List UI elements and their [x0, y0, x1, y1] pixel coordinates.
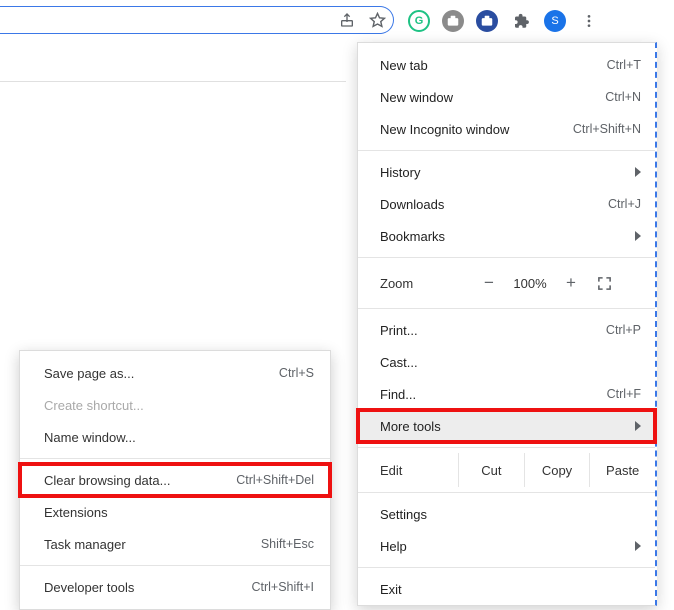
chrome-main-menu: New tab Ctrl+T New window Ctrl+N New Inc… [357, 42, 657, 606]
menu-label: Bookmarks [380, 229, 445, 244]
menu-zoom: Zoom − 100% + [358, 263, 655, 303]
submenu-create-shortcut: Create shortcut... [20, 389, 330, 421]
menu-label: History [380, 165, 420, 180]
zoom-label: Zoom [380, 276, 472, 291]
extension-icon[interactable] [476, 10, 498, 32]
menu-shortcut: Ctrl+P [606, 323, 641, 337]
menu-help[interactable]: Help [358, 530, 655, 562]
page-content-strip [0, 38, 346, 82]
menu-more-tools[interactable]: More tools [358, 410, 655, 442]
edit-label: Edit [358, 453, 458, 487]
menu-label: New tab [380, 58, 428, 73]
menu-new-incognito[interactable]: New Incognito window Ctrl+Shift+N [358, 113, 655, 145]
address-bar[interactable] [0, 6, 394, 34]
chevron-right-icon [635, 231, 641, 241]
menu-new-window[interactable]: New window Ctrl+N [358, 81, 655, 113]
submenu-shortcut: Shift+Esc [261, 537, 314, 551]
submenu-shortcut: Ctrl+S [279, 366, 314, 380]
menu-find[interactable]: Find... Ctrl+F [358, 378, 655, 410]
submenu-developer-tools[interactable]: Developer tools Ctrl+Shift+I [20, 571, 330, 603]
menu-shortcut: Ctrl+F [607, 387, 641, 401]
submenu-label: Developer tools [44, 580, 134, 595]
menu-shortcut: Ctrl+T [607, 58, 641, 72]
submenu-task-manager[interactable]: Task manager Shift+Esc [20, 528, 330, 560]
menu-label: Downloads [380, 197, 444, 212]
menu-exit[interactable]: Exit [358, 573, 655, 605]
submenu-label: Name window... [44, 430, 136, 445]
submenu-label: Create shortcut... [44, 398, 144, 413]
profile-avatar[interactable]: S [544, 10, 566, 32]
chevron-right-icon [635, 541, 641, 551]
submenu-clear-browsing-data[interactable]: Clear browsing data... Ctrl+Shift+Del [20, 464, 330, 496]
menu-shortcut: Ctrl+Shift+N [573, 122, 641, 136]
menu-downloads[interactable]: Downloads Ctrl+J [358, 188, 655, 220]
menu-label: Help [380, 539, 407, 554]
menu-separator [358, 150, 655, 151]
menu-label: More tools [380, 419, 441, 434]
menu-settings[interactable]: Settings [358, 498, 655, 530]
chevron-right-icon [635, 167, 641, 177]
paste-button[interactable]: Paste [589, 453, 655, 487]
submenu-label: Clear browsing data... [44, 473, 170, 488]
menu-history[interactable]: History [358, 156, 655, 188]
more-tools-submenu: Save page as... Ctrl+S Create shortcut..… [19, 350, 331, 610]
menu-separator [358, 308, 655, 309]
cut-button[interactable]: Cut [458, 453, 524, 487]
zoom-in-button[interactable]: + [554, 273, 588, 293]
submenu-shortcut: Ctrl+Shift+I [251, 580, 314, 594]
copy-button[interactable]: Copy [524, 453, 590, 487]
submenu-shortcut: Ctrl+Shift+Del [236, 473, 314, 487]
menu-label: Exit [380, 582, 402, 597]
menu-separator [20, 565, 330, 566]
menu-bookmarks[interactable]: Bookmarks [358, 220, 655, 252]
menu-label: New Incognito window [380, 122, 509, 137]
zoom-value: 100% [506, 276, 554, 291]
extension-icon[interactable] [442, 10, 464, 32]
menu-label: Cast... [380, 355, 418, 370]
menu-print[interactable]: Print... Ctrl+P [358, 314, 655, 346]
submenu-label: Extensions [44, 505, 108, 520]
extensions-puzzle-icon[interactable] [510, 10, 532, 32]
kebab-menu-icon[interactable] [578, 10, 600, 32]
menu-separator [358, 257, 655, 258]
submenu-label: Save page as... [44, 366, 134, 381]
chevron-right-icon [635, 421, 641, 431]
submenu-save-page[interactable]: Save page as... Ctrl+S [20, 357, 330, 389]
grammarly-extension-icon[interactable]: G [408, 10, 430, 32]
menu-new-tab[interactable]: New tab Ctrl+T [358, 49, 655, 81]
fullscreen-icon[interactable] [588, 276, 620, 291]
menu-shortcut: Ctrl+N [605, 90, 641, 104]
menu-separator [358, 567, 655, 568]
menu-separator [358, 447, 655, 448]
menu-separator [358, 492, 655, 493]
menu-label: Print... [380, 323, 418, 338]
menu-label: New window [380, 90, 453, 105]
menu-cast[interactable]: Cast... [358, 346, 655, 378]
menu-shortcut: Ctrl+J [608, 197, 641, 211]
submenu-extensions[interactable]: Extensions [20, 496, 330, 528]
submenu-label: Task manager [44, 537, 126, 552]
submenu-name-window[interactable]: Name window... [20, 421, 330, 453]
star-icon[interactable] [367, 10, 387, 30]
menu-label: Settings [380, 507, 427, 522]
zoom-out-button[interactable]: − [472, 273, 506, 293]
menu-separator [20, 458, 330, 459]
menu-edit-row: Edit Cut Copy Paste [358, 453, 655, 487]
menu-label: Find... [380, 387, 416, 402]
extension-row: G S [400, 4, 666, 38]
share-icon[interactable] [337, 10, 357, 30]
